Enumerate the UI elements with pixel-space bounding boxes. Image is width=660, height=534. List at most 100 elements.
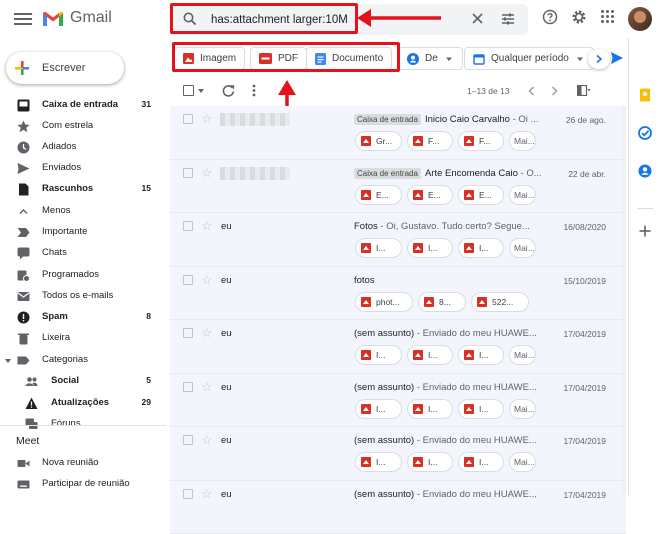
- row-checkbox[interactable]: [183, 168, 193, 178]
- attachment-chip[interactable]: E...: [407, 185, 453, 205]
- help-icon[interactable]: [542, 9, 558, 25]
- row-star-icon[interactable]: ☆: [201, 273, 213, 286]
- more-attachments-chip[interactable]: Mai...: [509, 345, 536, 365]
- attachment-chip[interactable]: I...: [458, 238, 504, 258]
- sidebar-item[interactable]: Rascunhos15: [0, 179, 162, 200]
- email-row[interactable]: ☆Caixa de entradaArte Encomenda Caio - O…: [170, 160, 626, 214]
- sidebar-item[interactable]: Menos: [0, 201, 162, 222]
- split-pane-icon[interactable]: [577, 85, 591, 96]
- filter-image-chip[interactable]: Imagem: [174, 47, 245, 70]
- meet-new-meeting[interactable]: Nova reunião: [0, 453, 162, 474]
- attachment-chip[interactable]: F...: [407, 131, 453, 151]
- tasks-icon[interactable]: [638, 126, 652, 140]
- send-filter-icon[interactable]: [610, 51, 624, 65]
- attachment-chip[interactable]: E...: [355, 185, 402, 205]
- contacts-icon[interactable]: [638, 164, 652, 178]
- row-star-icon[interactable]: ☆: [201, 433, 213, 446]
- attachment-chip[interactable]: I...: [407, 452, 453, 472]
- email-row[interactable]: ☆euFotos - Oi, Gustavo. Tudo certo? Segu…: [170, 213, 626, 267]
- main-menu-icon[interactable]: [14, 10, 32, 28]
- filter-pdf-chip[interactable]: PDF: [250, 47, 307, 70]
- more-attachments-chip[interactable]: Mai...: [509, 185, 536, 205]
- attachment-chip[interactable]: I...: [355, 238, 402, 258]
- row-star-icon[interactable]: ☆: [201, 112, 213, 125]
- filters-scroll-right-button[interactable]: [588, 49, 610, 69]
- sidebar-item[interactable]: Todos os e-mails: [0, 286, 162, 307]
- attachment-chip[interactable]: phot...: [355, 292, 413, 312]
- refresh-icon[interactable]: [222, 84, 235, 97]
- more-attachments-chip[interactable]: Mai...: [509, 238, 536, 258]
- row-star-icon[interactable]: ☆: [201, 166, 213, 179]
- settings-gear-icon[interactable]: [571, 9, 587, 25]
- more-attachments-chip[interactable]: Mai...: [509, 399, 536, 419]
- sidebar-item[interactable]: Caixa de entrada31: [0, 95, 162, 116]
- apps-grid-icon[interactable]: [600, 9, 615, 24]
- row-checkbox[interactable]: [183, 435, 193, 445]
- sidebar-item[interactable]: Social5: [0, 371, 162, 392]
- email-row[interactable]: ☆eu(sem assunto) - Enviado do meu HUAWE.…: [170, 427, 626, 481]
- attachment-chip[interactable]: I...: [458, 345, 504, 365]
- list-scrollbar[interactable]: [622, 106, 626, 495]
- row-checkbox[interactable]: [183, 382, 193, 392]
- next-page-icon[interactable]: [550, 86, 559, 96]
- row-checkbox[interactable]: [183, 114, 193, 124]
- more-attachments-chip[interactable]: Mai...: [509, 452, 536, 472]
- keep-icon[interactable]: [638, 88, 652, 102]
- sidebar-item[interactable]: Com estrela: [0, 116, 162, 137]
- select-dropdown-icon[interactable]: [197, 87, 205, 95]
- sidebar-item[interactable]: Atualizações29: [0, 393, 162, 414]
- more-options-icon[interactable]: [252, 84, 256, 97]
- meet-join-meeting[interactable]: Participar de reunião: [0, 474, 162, 495]
- email-row[interactable]: ☆eufotos15/10/2019phot...8...522...: [170, 267, 626, 321]
- inbox-label-badge[interactable]: Caixa de entrada: [354, 168, 421, 179]
- attachment-chip[interactable]: I...: [355, 399, 402, 419]
- email-row[interactable]: ☆Caixa de entradaInicio Caio Carvalho - …: [170, 106, 626, 160]
- attachment-chip[interactable]: F...: [458, 131, 504, 151]
- filter-document-chip[interactable]: Documento: [306, 47, 392, 70]
- inbox-label-badge[interactable]: Caixa de entrada: [354, 114, 421, 125]
- compose-button[interactable]: Escrever: [6, 52, 124, 84]
- attachment-chip[interactable]: I...: [355, 452, 402, 472]
- attachment-chip[interactable]: I...: [458, 399, 504, 419]
- email-row[interactable]: ☆eu(sem assunto) - Enviado do meu HUAWE.…: [170, 374, 626, 428]
- clear-search-icon[interactable]: [471, 12, 484, 25]
- sidebar-item[interactable]: Adiados: [0, 137, 162, 158]
- more-attachments-chip[interactable]: Mai...: [509, 131, 536, 151]
- filter-from-chip[interactable]: De: [398, 47, 463, 70]
- add-addon-icon[interactable]: [638, 224, 652, 238]
- prev-page-icon[interactable]: [527, 86, 536, 96]
- sidebar-item[interactable]: Chats: [0, 243, 162, 264]
- email-row[interactable]: ☆eu(sem assunto) - Enviado do meu HUAWE.…: [170, 481, 626, 534]
- search-bar[interactable]: [171, 4, 528, 35]
- search-input[interactable]: [211, 10, 411, 30]
- account-avatar[interactable]: [628, 7, 652, 31]
- attachment-chip[interactable]: I...: [407, 345, 453, 365]
- select-all-checkbox[interactable]: [183, 85, 194, 96]
- sidebar-item[interactable]: Categorias: [0, 350, 162, 371]
- row-checkbox[interactable]: [183, 275, 193, 285]
- attachment-chip[interactable]: I...: [407, 238, 453, 258]
- search-options-icon[interactable]: [501, 12, 515, 26]
- row-checkbox[interactable]: [183, 328, 193, 338]
- row-star-icon[interactable]: ☆: [201, 380, 213, 393]
- row-checkbox[interactable]: [183, 489, 193, 499]
- sidebar-item[interactable]: Spam8: [0, 307, 162, 328]
- attachment-chip[interactable]: I...: [458, 452, 504, 472]
- filter-period-chip[interactable]: Qualquer período: [464, 47, 594, 70]
- sidebar-item[interactable]: Importante: [0, 222, 162, 243]
- email-row[interactable]: ☆eu(sem assunto) - Enviado do meu HUAWE.…: [170, 320, 626, 374]
- attachment-chip[interactable]: 522...: [471, 292, 529, 312]
- row-star-icon[interactable]: ☆: [201, 487, 213, 500]
- row-star-icon[interactable]: ☆: [201, 326, 213, 339]
- attachment-chip[interactable]: E...: [458, 185, 504, 205]
- sidebar-item[interactable]: Lixeira: [0, 328, 162, 349]
- gmail-logo[interactable]: Gmail: [42, 9, 112, 27]
- attachment-chip[interactable]: I...: [355, 345, 402, 365]
- attachment-chip[interactable]: I...: [407, 399, 453, 419]
- search-icon[interactable]: [183, 12, 197, 26]
- sidebar-item[interactable]: Programados: [0, 265, 162, 286]
- row-checkbox[interactable]: [183, 221, 193, 231]
- row-star-icon[interactable]: ☆: [201, 219, 213, 232]
- attachment-chip[interactable]: Gr...: [355, 131, 402, 151]
- sidebar-item[interactable]: Enviados: [0, 158, 162, 179]
